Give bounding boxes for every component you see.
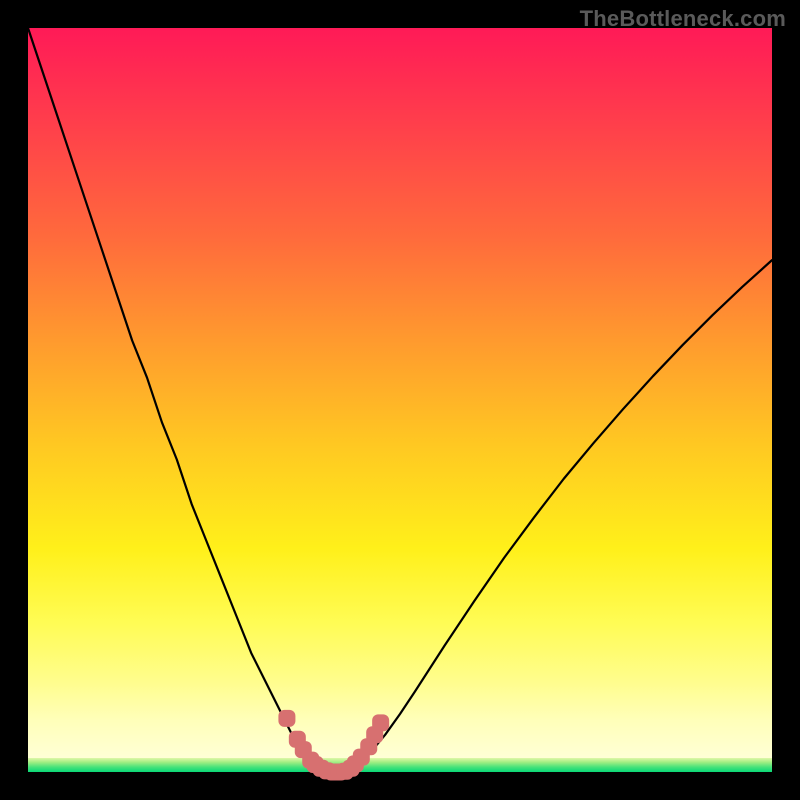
attribution-text: TheBottleneck.com bbox=[580, 6, 786, 32]
curve-marker bbox=[278, 710, 295, 727]
curve-line bbox=[28, 28, 772, 772]
bottleneck-curve bbox=[28, 28, 772, 772]
chart-frame: TheBottleneck.com bbox=[0, 0, 800, 800]
plot-area bbox=[28, 28, 772, 772]
curve-markers bbox=[278, 710, 389, 781]
curve-marker bbox=[372, 714, 389, 731]
